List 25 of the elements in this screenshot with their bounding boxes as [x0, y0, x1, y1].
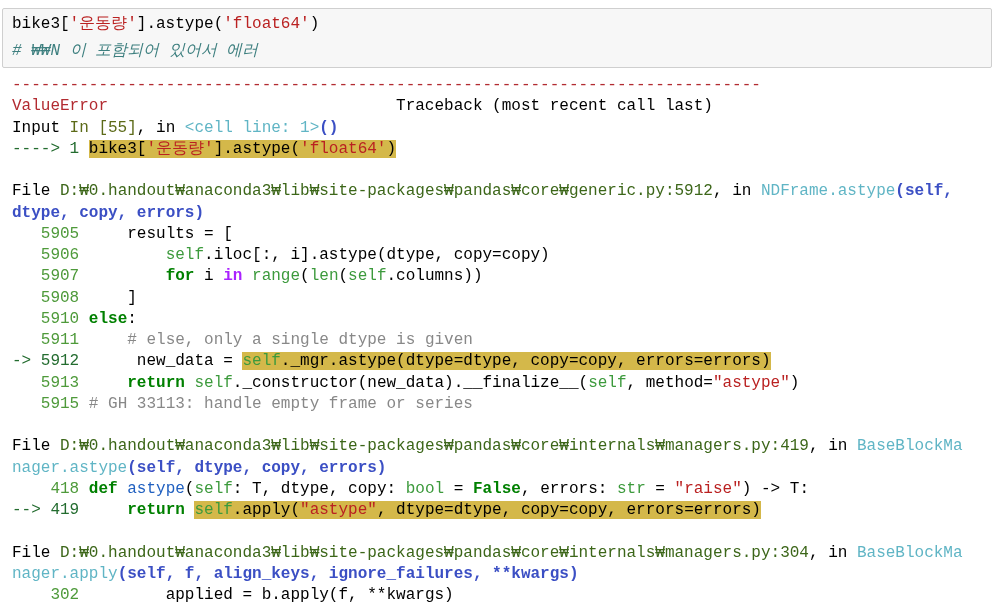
- code-line: --> 419 return self.apply("astype", dtype=dtype, copy=copy, errors=errors): [12, 500, 762, 521]
- error-rule: ------------------------------------------------------------------------------: [12, 75, 762, 96]
- code-line: 5907 for i in range(len(self.columns)): [39, 266, 484, 288]
- code-line: 5910 else:: [39, 308, 138, 330]
- code-line: ----> 1 bike3['운동량'].astype('float64'): [12, 138, 398, 160]
- code-line: 5906 self.iloc[:, i].astype(dtype, copy=copy): [39, 245, 551, 266]
- code-line: 5905 results = [: [39, 223, 234, 245]
- traceback-line: nager.astype(self, dtype, copy, errors): [12, 457, 388, 479]
- code-line: 5908 ]: [39, 287, 138, 309]
- code-line: 5911 # else, only a single dtype is given: [39, 330, 474, 351]
- traceback-line: nager.apply(self, f, align_keys, ignore_failures, **kwargs): [12, 563, 580, 585]
- code-line: 418 def astype(self: T, dtype, copy: bool = False, errors: str = "raise") -> T:: [49, 478, 810, 500]
- traceback-line: File D:₩0.handout₩anaconda3₩lib₩site-packages₩pandas₩core₩internals₩managers.py:419, in BaseBlockMa: [12, 436, 964, 458]
- traceback-line: dtype, copy, errors): [12, 202, 206, 224]
- code-line: 302 applied = b.apply(f, **kwargs): [49, 585, 455, 606]
- code-line: bike3['운동량'].astype('float64'): [12, 14, 321, 35]
- traceback-line: Input In [55], in <cell line: 1>(): [12, 117, 340, 139]
- code-line: # ₩₩N 이 포함되어 있어서 에러: [12, 41, 260, 62]
- code-cell-input[interactable]: bike3['운동량'].astype('float64') # ₩₩N 이 포함되어 있어서 에러: [2, 8, 992, 68]
- traceback-line: File D:₩0.handout₩anaconda3₩lib₩site-packages₩pandas₩core₩internals₩managers.py:304, in BaseBlockMa: [12, 542, 964, 564]
- code-line: -> 5912 new_data = self._mgr.astype(dtype=dtype, copy=copy, errors=errors): [12, 351, 772, 373]
- traceback-line: File D:₩0.handout₩anaconda3₩lib₩site-packages₩pandas₩core₩generic.py:5912, in NDFrame.astype(self,: [12, 181, 954, 203]
- code-line: 5913 return self._constructor(new_data).__finalize__(self, method="astype"): [39, 372, 801, 394]
- code-line: 5915 # GH 33113: handle empty frame or series: [39, 393, 474, 415]
- error-header: ValueError Traceback (most recent call last): [12, 96, 714, 118]
